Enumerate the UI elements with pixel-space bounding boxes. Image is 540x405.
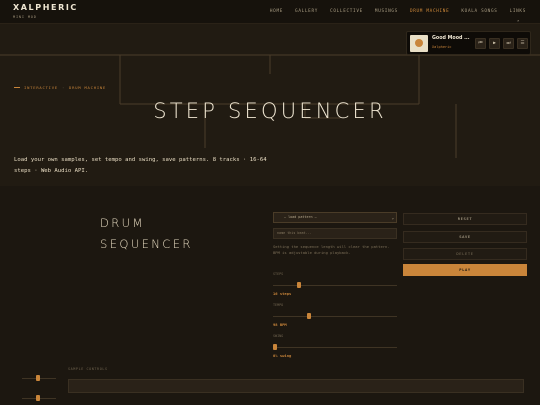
nav-gallery[interactable]: GALLERY [295,9,318,14]
tempo-value: 98 BPM [273,322,287,327]
sequencer-section: DRUM SEQUENCER — load pattern — ⌄ name t… [0,186,540,405]
page-title: STEP SEQUENCER [153,99,387,123]
page-description: Load your own samples, set tempo and swi… [14,157,267,174]
chevron-down-icon: ⌄ [391,215,394,220]
previous-track-icon[interactable]: ⏮ [475,38,486,49]
delete-button[interactable]: DELETE [403,248,527,260]
music-player: Good Mood ... Xalpheric ⏮ ▶ ⏭ ☰ [406,31,531,55]
tempo-label: TEMPO [273,303,284,307]
sample-pitch-slider[interactable] [22,395,56,401]
pattern-select-value: — load pattern — [284,215,317,219]
steps-slider[interactable] [273,282,397,288]
top-bar: XALPHERIC MINI MOD HOME GALLERY COLLECTI… [0,0,540,24]
swing-label: SWING [273,334,284,338]
sample-controls-label: SAMPLE CONTROLS [68,367,108,371]
nav-drum-machine[interactable]: DRUM MACHINE [410,9,449,14]
swing-value: 0% swing [273,353,292,358]
sample-volume-thumb[interactable] [36,375,40,381]
steps-label: STEPS [273,272,284,276]
nav-collective[interactable]: COLLECTIVE [330,9,363,14]
reset-button[interactable]: RESET [403,213,527,225]
steps-slider-thumb[interactable] [297,282,301,288]
breadcrumb: INTERACTIVE · DRUM MACHINE [14,85,106,90]
nav-koala-songs[interactable]: KOALA SONGS [461,9,497,14]
pattern-select[interactable]: — load pattern — ⌄ [273,212,397,223]
brand-logo[interactable]: XALPHERIC [13,3,78,12]
sample-pitch-thumb[interactable] [36,395,40,401]
main-nav: HOME GALLERY COLLECTIVE MUSINGS DRUM MAC… [270,9,526,14]
sequencer-title: DRUM SEQUENCER [100,213,193,255]
sample-volume-slider[interactable] [22,375,56,381]
play-button[interactable]: PLAY [403,264,527,276]
sequencer-title-line1: DRUM [100,216,145,230]
track-title: Good Mood ... [432,36,470,41]
breadcrumb-line [14,87,20,88]
breadcrumb-page: DRUM MACHINE [69,85,107,90]
sample-controls-panel[interactable] [68,379,524,393]
save-button[interactable]: SAVE [403,231,527,243]
breadcrumb-section[interactable]: INTERACTIVE [24,85,58,90]
nav-links[interactable]: LINKS [510,9,526,14]
album-art [410,35,428,52]
steps-value: 16 steps [273,291,292,296]
sequencer-title-line2: SEQUENCER [100,237,193,251]
tempo-slider[interactable] [273,313,397,319]
track-artist[interactable]: Xalpheric [432,45,451,49]
tempo-slider-thumb[interactable] [307,313,311,319]
nav-home[interactable]: HOME [270,9,283,14]
swing-slider-thumb[interactable] [273,344,277,350]
playlist-menu-icon[interactable]: ☰ [517,38,528,49]
breadcrumb-separator: · [61,85,66,90]
next-track-icon[interactable]: ⏭ [503,38,514,49]
brand-subtitle: MINI MOD [13,15,37,19]
play-icon[interactable]: ▶ [489,38,500,49]
pattern-name-input[interactable]: name this beat... [273,228,397,239]
nav-musings[interactable]: MUSINGS [375,9,398,14]
sequencer-note: Setting the sequence length will clear t… [273,244,390,255]
swing-slider[interactable] [273,344,397,350]
